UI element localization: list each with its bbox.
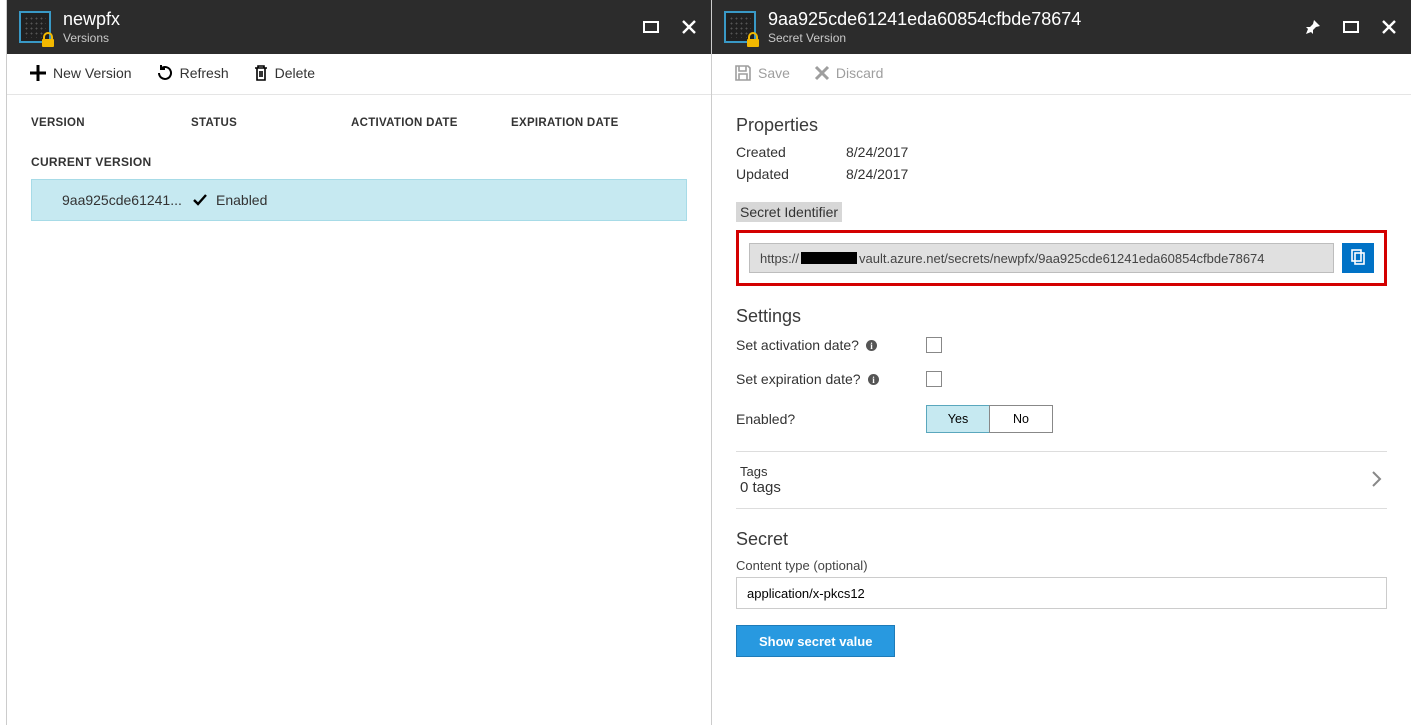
- blade-subtitle: Secret Version: [768, 31, 1081, 45]
- table-header: VERSION STATUS ACTIVATION DATE EXPIRATIO…: [31, 95, 687, 147]
- maximize-icon[interactable]: [1339, 15, 1363, 39]
- blade-title: 9aa925cde61241eda60854cfbde78674: [768, 9, 1081, 31]
- settings-heading: Settings: [736, 306, 1387, 327]
- content-type-label: Content type (optional): [736, 558, 1387, 573]
- plus-icon: [29, 64, 47, 82]
- discard-button[interactable]: Discard: [814, 65, 883, 81]
- enabled-toggle: Yes No: [926, 405, 1053, 433]
- tags-row[interactable]: Tags 0 tags: [736, 451, 1387, 509]
- close-icon[interactable]: [1377, 15, 1401, 39]
- keyvault-icon: [724, 11, 756, 43]
- version-id: 9aa925cde61241...: [62, 192, 192, 208]
- close-icon[interactable]: [677, 15, 701, 39]
- refresh-icon: [156, 64, 174, 82]
- expiration-label: Set expiration date?: [736, 371, 861, 387]
- updated-value: 8/24/2017: [846, 166, 908, 182]
- url-prefix: https://: [760, 251, 799, 266]
- secret-heading: Secret: [736, 529, 1387, 550]
- current-version-heading: CURRENT VERSION: [31, 155, 687, 169]
- save-label: Save: [758, 65, 790, 81]
- col-version: VERSION: [31, 117, 191, 129]
- refresh-button[interactable]: Refresh: [156, 64, 229, 82]
- secret-version-blade: 9aa925cde61241eda60854cfbde78674 Secret …: [712, 0, 1411, 725]
- new-version-label: New Version: [53, 65, 132, 81]
- copy-button[interactable]: [1342, 243, 1374, 273]
- tags-count: 0 tags: [740, 479, 781, 496]
- col-status: STATUS: [191, 117, 351, 129]
- properties-heading: Properties: [736, 115, 1387, 136]
- blade-header-left: newpfx Versions: [7, 0, 711, 54]
- created-label: Created: [736, 144, 846, 160]
- updated-label: Updated: [736, 166, 846, 182]
- maximize-icon[interactable]: [639, 15, 663, 39]
- pin-icon[interactable]: [1301, 15, 1325, 39]
- collapsed-nav: [0, 0, 7, 725]
- blade-title: newpfx: [63, 9, 120, 31]
- blade-header-right: 9aa925cde61241eda60854cfbde78674 Secret …: [712, 0, 1411, 54]
- enabled-yes-button[interactable]: Yes: [926, 405, 990, 433]
- discard-label: Discard: [836, 65, 883, 81]
- tags-label: Tags: [740, 464, 781, 479]
- versions-blade: newpfx Versions New Version Refresh Dele…: [7, 0, 712, 725]
- delete-button[interactable]: Delete: [253, 64, 315, 82]
- activation-checkbox[interactable]: [926, 337, 942, 353]
- activation-label: Set activation date?: [736, 337, 859, 353]
- expiration-checkbox[interactable]: [926, 371, 942, 387]
- toolbar-left: New Version Refresh Delete: [7, 54, 711, 95]
- redacted-segment: [801, 252, 857, 264]
- enabled-label: Enabled?: [736, 411, 795, 427]
- version-row[interactable]: 9aa925cde61241... Enabled: [31, 179, 687, 221]
- chevron-right-icon: [1369, 469, 1383, 492]
- lock-icon: [39, 31, 57, 49]
- lock-icon: [744, 31, 762, 49]
- content-type-input[interactable]: [736, 577, 1387, 609]
- save-button[interactable]: Save: [734, 64, 790, 82]
- created-value: 8/24/2017: [846, 144, 908, 160]
- new-version-button[interactable]: New Version: [29, 64, 132, 82]
- save-icon: [734, 64, 752, 82]
- show-secret-button[interactable]: Show secret value: [736, 625, 895, 657]
- secret-identifier-field[interactable]: https:// vault.azure.net/secrets/newpfx/9…: [749, 243, 1334, 273]
- delete-label: Delete: [275, 65, 315, 81]
- check-icon: [192, 192, 208, 208]
- enabled-no-button[interactable]: No: [989, 405, 1053, 433]
- col-activation: ACTIVATION DATE: [351, 117, 511, 129]
- trash-icon: [253, 64, 269, 82]
- info-icon[interactable]: i: [867, 373, 880, 386]
- discard-icon: [814, 65, 830, 81]
- status-text: Enabled: [216, 192, 267, 208]
- copy-icon: [1349, 248, 1367, 269]
- col-expiration: EXPIRATION DATE: [511, 117, 671, 129]
- secret-identifier-label: Secret Identifier: [736, 202, 842, 222]
- info-icon[interactable]: i: [865, 339, 878, 352]
- refresh-label: Refresh: [180, 65, 229, 81]
- url-suffix: vault.azure.net/secrets/newpfx/9aa925cde…: [859, 251, 1264, 266]
- keyvault-icon: [19, 11, 51, 43]
- blade-subtitle: Versions: [63, 31, 120, 45]
- secret-identifier-highlight: https:// vault.azure.net/secrets/newpfx/9…: [736, 230, 1387, 286]
- toolbar-right: Save Discard: [712, 54, 1411, 95]
